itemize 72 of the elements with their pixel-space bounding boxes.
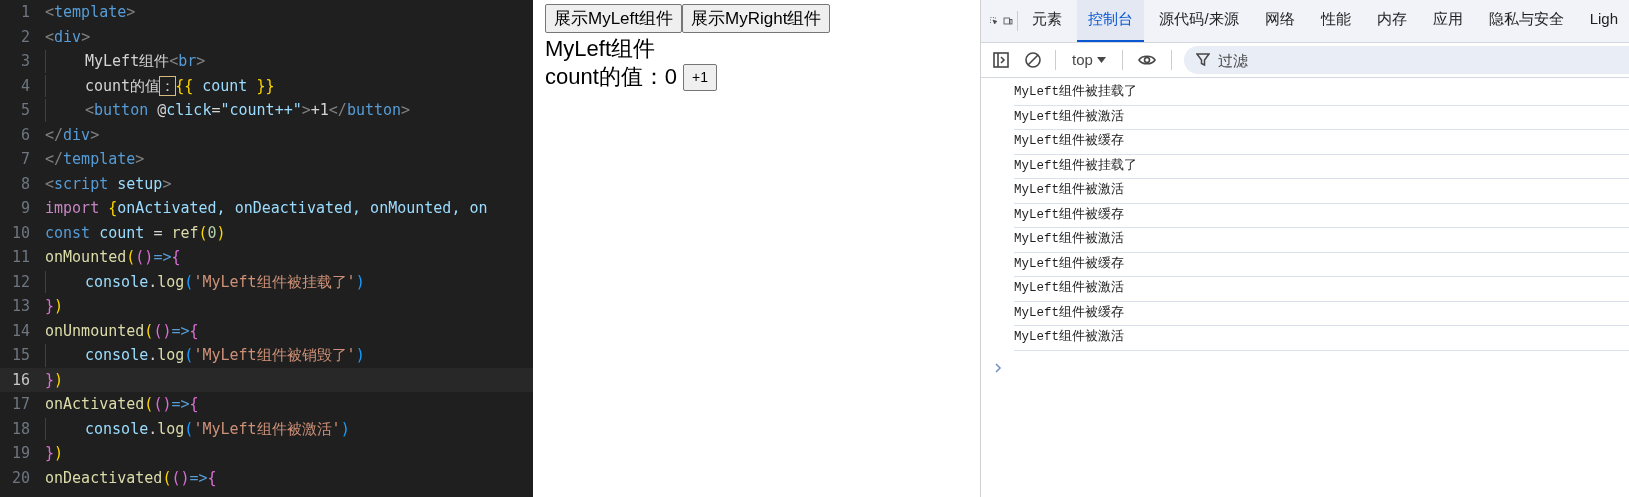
devtools-tab[interactable]: 性能	[1309, 0, 1362, 42]
caret-icon	[1096, 57, 1106, 63]
code-line: console.log('MyLeft组件被激活')	[45, 417, 350, 440]
line-number: 8	[19, 173, 31, 195]
prompt-chevron-icon	[995, 362, 1002, 373]
show-component-button[interactable]: 展示MyRight组件	[682, 4, 831, 33]
line-number: 6	[19, 124, 31, 146]
line-number: 18	[10, 418, 31, 440]
line-number: 10	[10, 222, 31, 244]
devtools-tab[interactable]: 控制台	[1077, 0, 1145, 42]
line-number: 11	[10, 247, 31, 268]
code-line: console.log('MyLeft组件被挂载了')	[45, 270, 365, 293]
devtools-tab[interactable]: 内存	[1365, 0, 1418, 42]
code-line: onActivated(()=>{	[45, 394, 199, 415]
console-message: MyLeft组件被缓存	[1014, 203, 1629, 228]
code-line: })	[45, 369, 64, 391]
console-message: MyLeft组件被缓存	[1014, 130, 1629, 155]
line-number: 16	[10, 369, 31, 391]
code-line: })	[45, 296, 64, 317]
line-number: 12	[10, 271, 31, 293]
console-message: MyLeft组件被挂载了	[1014, 154, 1629, 179]
code-line: <template>	[45, 2, 136, 23]
line-number: 17	[10, 394, 31, 415]
sidebar-icon[interactable]	[991, 50, 1011, 70]
context-dropdown[interactable]: top	[1068, 48, 1110, 72]
line-number: 4	[19, 75, 31, 97]
code-line: count的值：{{ count }}	[45, 74, 275, 97]
line-number: 7	[19, 149, 31, 170]
devtools-tab[interactable]: 元素	[1021, 0, 1074, 42]
devtools-tab[interactable]: 网络	[1253, 0, 1306, 42]
devtools-tab[interactable]: Ligh	[1578, 0, 1629, 42]
filter-icon	[1195, 53, 1210, 67]
code-line: </template>	[45, 149, 145, 170]
line-number: 5	[19, 100, 31, 121]
line-number: 15	[10, 345, 31, 366]
code-line: console.log('MyLeft组件被销毁了')	[45, 344, 365, 367]
code-line: </div>	[45, 124, 100, 146]
console-message: MyLeft组件被激活	[1014, 179, 1629, 204]
increment-button[interactable]: +1	[683, 63, 718, 91]
line-number: 13	[10, 296, 31, 317]
code-line: onDeactivated(()=>{	[45, 467, 217, 489]
line-number: 3	[19, 51, 31, 72]
code-line: MyLeft组件<br>	[45, 50, 206, 73]
line-number: 14	[10, 320, 31, 342]
devtools-tab[interactable]: 源代码/来源	[1148, 0, 1250, 42]
console-message: MyLeft组件被缓存	[1014, 252, 1629, 277]
console-message: MyLeft组件被缓存	[1014, 301, 1629, 326]
code-line: import {onActivated, onDeactivated, onMounted, on	[45, 198, 488, 219]
code-line: const count = ref(0)	[45, 222, 226, 244]
clear-icon[interactable]	[1023, 50, 1043, 70]
code-line: <button @click="count++">+1</button>	[45, 99, 411, 122]
line-number: 9	[19, 198, 31, 219]
code-line: <script setup>	[45, 173, 172, 195]
line-number: 20	[10, 467, 31, 489]
component-title: MyLeft组件	[545, 35, 657, 63]
console-message: MyLeft组件被激活	[1014, 105, 1629, 130]
console-message: MyLeft组件被激活	[1014, 228, 1629, 253]
code-line: onUnmounted(()=>{	[45, 320, 199, 342]
line-number: 19	[10, 443, 31, 464]
code-line: })	[45, 443, 64, 464]
console-message: MyLeft组件被激活	[1014, 326, 1629, 351]
devtools-tab[interactable]: 应用	[1421, 0, 1474, 42]
console-message: MyLeft组件被挂载了	[1014, 81, 1629, 106]
devtools-tab[interactable]: 隐私与安全	[1477, 0, 1575, 42]
show-component-button[interactable]: 展示MyLeft组件	[545, 4, 683, 33]
filter-field[interactable]: 过滤	[1183, 46, 1629, 74]
line-number: 1	[19, 2, 31, 23]
code-line: onMounted(()=>{	[45, 247, 181, 268]
console-message: MyLeft组件被激活	[1014, 277, 1629, 302]
code-line: <div>	[45, 26, 91, 48]
line-number: 2	[19, 26, 31, 48]
count-label: count的值：0	[545, 63, 678, 91]
